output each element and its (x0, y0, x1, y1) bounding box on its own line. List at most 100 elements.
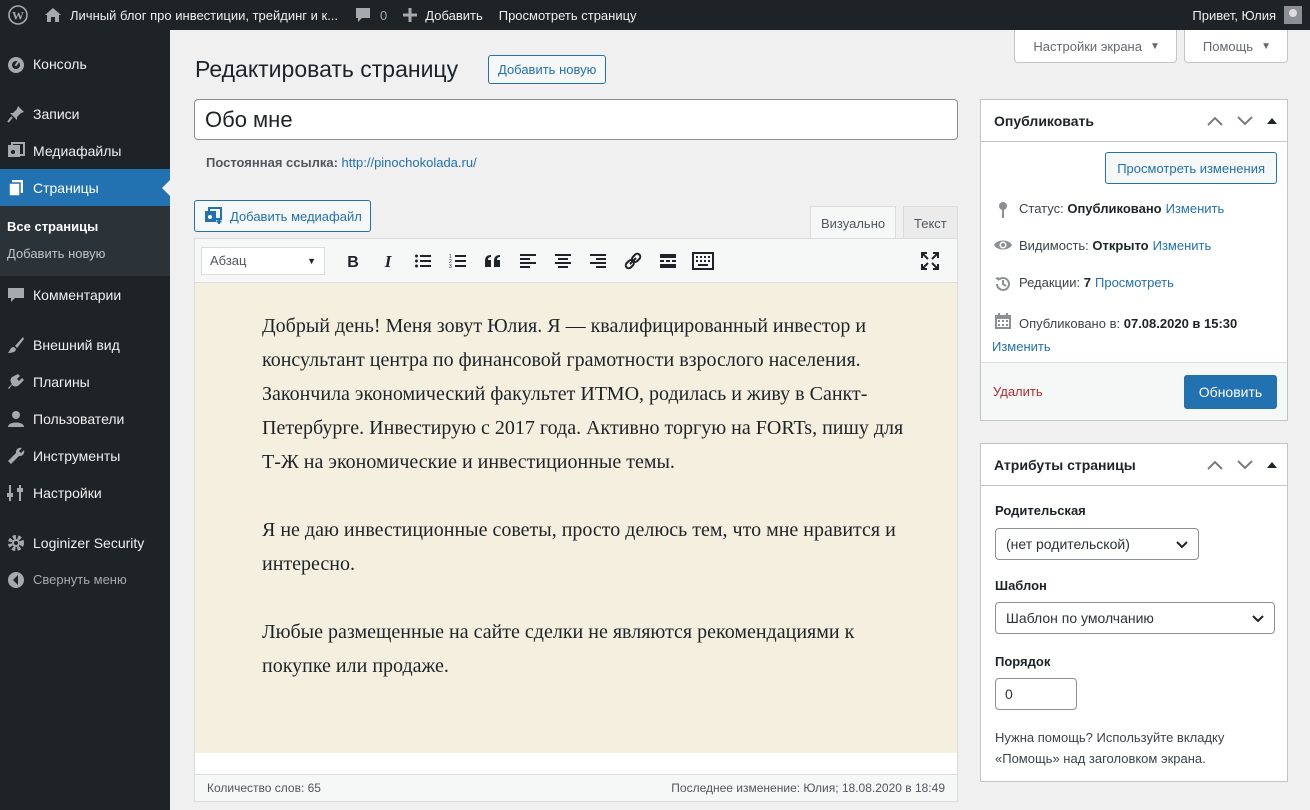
postbox-controls (1207, 444, 1277, 486)
view-page-label: Просмотреть страницу (498, 7, 637, 23)
sidebar-item-media[interactable]: Медиафайлы (0, 132, 170, 169)
blockquote-button[interactable] (475, 246, 510, 276)
published-edit-link[interactable]: Изменить (992, 335, 1282, 358)
sidebar-item-label: Комментарии (33, 286, 122, 303)
sidebar-item-users[interactable]: Пользователи (0, 400, 170, 437)
new-content-link[interactable]: Добавить (395, 0, 490, 30)
visibility-label: Видимость: (1019, 238, 1089, 253)
format-value: Абзац (210, 253, 247, 268)
parent-select[interactable]: (нет родительской) (995, 528, 1199, 560)
move-up-icon[interactable] (1207, 116, 1223, 126)
sidebar-item-dashboard[interactable]: Консоль (0, 45, 170, 82)
collapse-toggle-icon[interactable] (1267, 461, 1277, 469)
collapse-arrow-icon (5, 571, 27, 589)
wordpress-logo-icon[interactable]: W (0, 0, 36, 30)
svg-text:W: W (12, 9, 24, 23)
sidebar-item-pages[interactable]: Страницы (0, 169, 170, 206)
align-right-button[interactable] (580, 246, 615, 276)
page-attributes-header: Атрибуты страницы (981, 444, 1287, 486)
template-label: Шаблон (995, 578, 1047, 593)
sidebar-item-tools[interactable]: Инструменты (0, 437, 170, 474)
media-icon (5, 141, 27, 161)
toolbar-toggle-button[interactable] (685, 246, 720, 276)
status-value: Опубликовано (1067, 201, 1162, 216)
update-button[interactable]: Обновить (1184, 375, 1277, 409)
template-select[interactable]: Шаблон по умолчанию (995, 602, 1275, 634)
format-select[interactable]: Абзац ▼ (201, 246, 325, 275)
sidebar-item-plugins[interactable]: Плагины (0, 363, 170, 400)
delete-link[interactable]: Удалить (993, 384, 1043, 399)
published-row: Опубликовано в: 07.08.2020 в 15:30 Измен… (992, 312, 1282, 358)
sidebar-item-appearance[interactable]: Внешний вид (0, 326, 170, 363)
dashboard-icon (5, 54, 27, 74)
italic-button[interactable]: I (370, 246, 405, 276)
help-button[interactable]: Помощь ▼ (1183, 30, 1288, 63)
sidebar-item-label: Настройки (33, 484, 102, 501)
caret-down-icon: ▼ (307, 255, 316, 266)
settings-icon (5, 483, 27, 503)
read-more-button[interactable] (650, 246, 685, 276)
site-name-link[interactable]: Личный блог про инвестиции, трейдинг и к… (36, 0, 346, 30)
visibility-edit-link[interactable]: Изменить (1153, 238, 1212, 253)
comments-link[interactable]: 0 (346, 0, 395, 30)
pages-submenu: Все страницы Добавить новую (0, 206, 170, 276)
users-icon (5, 409, 27, 429)
parent-value: (нет родительской) (1006, 536, 1130, 552)
order-input[interactable]: 0 (995, 678, 1077, 710)
submenu-all-pages[interactable]: Все страницы (0, 213, 170, 240)
bullet-list-button[interactable] (405, 246, 440, 276)
view-page-link[interactable]: Просмотреть страницу (491, 0, 645, 30)
permalink-url[interactable]: http://pinochokolada.ru/ (342, 155, 477, 170)
bold-button[interactable]: B (335, 246, 370, 276)
chevron-down-icon (1176, 536, 1188, 552)
collapse-menu-button[interactable]: Свернуть меню (0, 561, 170, 598)
fullscreen-button[interactable] (912, 246, 947, 276)
content-paragraph: Я не даю инвестиционные советы, просто д… (262, 519, 896, 575)
published-value: 07.08.2020 в 15:30 (1123, 316, 1238, 331)
sidebar-item-label: Плагины (33, 373, 90, 390)
media-icon (204, 207, 224, 225)
word-count: Количество слов: 65 (207, 781, 321, 795)
revisions-view-link[interactable]: Просмотреть (1095, 275, 1174, 290)
move-up-icon[interactable] (1207, 460, 1223, 470)
publish-actions: Удалить Обновить (981, 362, 1287, 420)
move-down-icon[interactable] (1237, 116, 1253, 126)
comment-bubble-icon (354, 7, 372, 23)
tab-visual[interactable]: Визуально (810, 206, 897, 239)
status-edit-link[interactable]: Изменить (1166, 201, 1225, 216)
align-left-button[interactable] (510, 246, 545, 276)
add-media-button[interactable]: Добавить медиафайл (194, 200, 371, 232)
sidebar-item-settings[interactable]: Настройки (0, 474, 170, 511)
publish-box: Опубликовать Просмотреть изменения Стату… (980, 99, 1288, 421)
publish-box-header: Опубликовать (981, 100, 1287, 142)
parent-label: Родительская (995, 503, 1086, 518)
editor-content[interactable]: Добрый день! Меня зовут Юлия. Я — квалиф… (195, 283, 957, 753)
submenu-add-new[interactable]: Добавить новую (0, 240, 170, 267)
home-icon (44, 7, 62, 23)
tab-text[interactable]: Текст (903, 206, 958, 239)
preview-changes-button[interactable]: Просмотреть изменения (1105, 152, 1277, 184)
status-row: Статус: Опубликовано Изменить (992, 201, 1224, 219)
add-new-button[interactable]: Добавить новую (488, 55, 607, 84)
my-account[interactable]: Привет, Юлия (1192, 6, 1310, 24)
greeting: Привет, Юлия (1192, 7, 1276, 23)
page-attributes-box: Атрибуты страницы Родительская (нет роди… (980, 443, 1288, 782)
move-down-icon[interactable] (1237, 460, 1253, 470)
post-title-input[interactable]: Обо мне (194, 99, 958, 140)
gear-icon (5, 533, 27, 553)
sidebar-item-comments[interactable]: Комментарии (0, 276, 170, 313)
collapse-toggle-icon[interactable] (1267, 117, 1277, 125)
last-edit: Последнее изменение: Юлия; 18.08.2020 в … (671, 781, 945, 795)
numbered-list-button[interactable]: 123 (440, 246, 475, 276)
caret-down-icon: ▼ (1261, 40, 1271, 52)
sidebar-item-label: Записи (33, 105, 80, 122)
revisions-label: Редакции: (1019, 275, 1081, 290)
page-attributes-title: Атрибуты страницы (994, 456, 1136, 473)
editor-status-bar: Количество слов: 65 Последнее изменение:… (195, 774, 957, 801)
sidebar-item-label: Медиафайлы (33, 142, 122, 159)
sidebar-item-loginizer[interactable]: Loginizer Security (0, 524, 170, 561)
screen-options-button[interactable]: Настройки экрана ▼ (1014, 30, 1177, 63)
sidebar-item-posts[interactable]: Записи (0, 95, 170, 132)
link-button[interactable] (615, 246, 650, 276)
align-center-button[interactable] (545, 246, 580, 276)
